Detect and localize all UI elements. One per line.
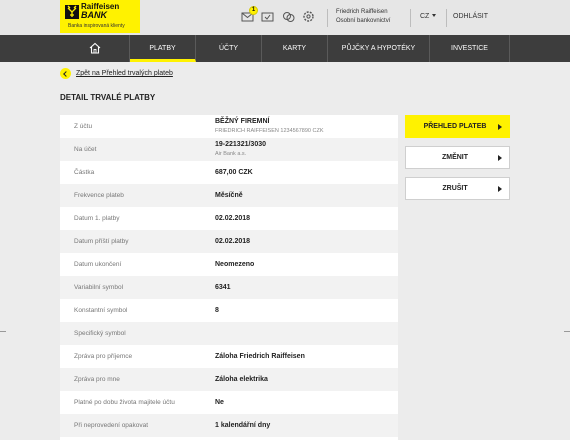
home-icon: [89, 42, 101, 54]
payments-overview-button[interactable]: PŘEHLED PLATEB: [405, 115, 510, 138]
detail-label: Z účtu: [74, 123, 93, 130]
main-nav: PLATBY ÚČTY KARTY PŮJČKY A HYPOTÉKY INVE…: [0, 35, 570, 62]
payment-detail-table: Z účtu BĚŽNÝ FIREMNÍ FRIEDRICH RAIFFEISE…: [60, 115, 398, 440]
detail-label: Konstantní symbol: [74, 307, 128, 314]
detail-label: Datum ukončení: [74, 261, 122, 268]
detail-row: Částka 687,00 CZK: [60, 161, 398, 184]
detail-row: Zpráva pro příjemce Záloha Friedrich Rai…: [60, 345, 398, 368]
detail-label: Datum 1. platby: [74, 215, 120, 222]
detail-row: Variabilní symbol 6341: [60, 276, 398, 299]
detail-label: Datum příští platby: [74, 238, 129, 245]
header-divider: [410, 9, 411, 27]
nav-tab-karty[interactable]: KARTY: [262, 35, 328, 62]
raiffeisen-gable-icon: [65, 5, 79, 19]
detail-row: Datum příští platby 02.02.2018: [60, 230, 398, 253]
detail-value: Měsíčně: [215, 192, 243, 199]
detail-label: Zpráva pro mne: [74, 376, 120, 383]
detail-label: Variabilní symbol: [74, 284, 124, 291]
chevron-right-icon: [498, 155, 502, 161]
detail-row: Konstantní symbol 8: [60, 299, 398, 322]
brand-tagline: Banka inspirovaná klienty: [68, 23, 125, 29]
detail-value: Ne: [215, 399, 224, 406]
detail-value: 19-221321/3030: [215, 141, 266, 148]
detail-row: Datum 1. platby 02.02.2018: [60, 207, 398, 230]
scroll-edge-marker: [0, 331, 6, 332]
detail-label: Zpráva pro příjemce: [74, 353, 133, 360]
button-label: ZRUŠIT: [442, 185, 468, 192]
notification-badge: 1: [249, 6, 258, 15]
detail-row: Frekvence plateb Měsíčně: [60, 184, 398, 207]
settings-icon[interactable]: [302, 10, 315, 23]
detail-value: 6341: [215, 284, 231, 291]
change-button[interactable]: ZMĚNIT: [405, 146, 510, 169]
back-link-label: Zpět na Přehled trvalých plateb: [76, 70, 173, 77]
detail-label: Frekvence plateb: [74, 192, 124, 199]
currency-icon[interactable]: [282, 10, 295, 23]
user-name: Friedrich Raiffeisen: [336, 9, 388, 15]
nav-tab-pujcky[interactable]: PŮJČKY A HYPOTÉKY: [328, 35, 430, 62]
detail-subvalue: Air Bank a.s.: [215, 151, 247, 157]
detail-value: Záloha Friedrich Raiffeisen: [215, 353, 305, 360]
chevron-right-icon: [498, 124, 502, 130]
detail-value: Záloha elektrika: [215, 376, 268, 383]
detail-label: Platné po dobu života majitele účtu: [74, 399, 175, 406]
detail-row: Platné po dobu života majitele účtu Ne: [60, 391, 398, 414]
detail-value: 02.02.2018: [215, 238, 251, 245]
detail-value: Neomezeno: [215, 261, 255, 268]
messages-icon[interactable]: [261, 10, 274, 23]
detail-value: BĚŽNÝ FIREMNÍ: [215, 118, 270, 125]
detail-row: Z účtu BĚŽNÝ FIREMNÍ FRIEDRICH RAIFFEISE…: [60, 115, 398, 138]
language-value: CZ: [420, 13, 430, 20]
detail-row: Datum ukončení Neomezeno: [60, 253, 398, 276]
detail-value: 02.02.2018: [215, 215, 251, 222]
chevron-right-icon: [498, 186, 502, 192]
user-role: Osobní bankovnictví: [336, 18, 391, 24]
user-info[interactable]: Friedrich Raiffeisen Osobní bankovnictví: [336, 8, 390, 26]
page-title: DETAIL TRVALÉ PLATBY: [60, 93, 156, 102]
detail-label: Částka: [74, 169, 95, 176]
detail-label: Na účet: [74, 146, 97, 153]
detail-row: Při neprovedení opakovat 1 kalendářní dn…: [60, 414, 398, 437]
language-select[interactable]: CZ: [420, 13, 437, 20]
nav-tab-investice[interactable]: INVESTICE: [430, 35, 510, 62]
button-label: PŘEHLED PLATEB: [423, 123, 487, 130]
header-divider: [327, 9, 328, 27]
detail-value: 687,00 CZK: [215, 169, 253, 176]
header-divider: [446, 9, 447, 27]
scroll-edge-marker: [564, 331, 570, 332]
nav-tab-platby[interactable]: PLATBY: [130, 35, 196, 62]
brand-bank: BANK: [81, 10, 107, 20]
detail-label: Specifický symbol: [74, 330, 126, 337]
back-arrow-icon: [60, 68, 71, 79]
detail-value: 1 kalendářní dny: [215, 422, 271, 429]
detail-row: Na účet 19-221321/3030 Air Bank a.s.: [60, 138, 398, 161]
top-bar: Raiffeisen BANK Banka inspirovaná klient…: [0, 0, 570, 35]
logout-button[interactable]: ODHLÁSIT: [453, 13, 488, 20]
detail-row: Specifický symbol: [60, 322, 398, 345]
back-link[interactable]: Zpět na Přehled trvalých plateb: [60, 68, 173, 80]
detail-subvalue: FRIEDRICH RAIFFEISEN 1234567890 CZK: [215, 128, 324, 134]
detail-row: Zpráva pro mne Záloha elektrika: [60, 368, 398, 391]
button-label: ZMĚNIT: [441, 154, 469, 161]
nav-tab-ucty[interactable]: ÚČTY: [196, 35, 262, 62]
raiffeisen-logo[interactable]: Raiffeisen BANK Banka inspirovaná klient…: [60, 0, 140, 33]
nav-home[interactable]: [60, 35, 130, 62]
chevron-down-icon: [432, 14, 437, 17]
detail-value: 8: [215, 307, 219, 314]
detail-label: Při neprovedení opakovat: [74, 422, 149, 429]
cancel-button[interactable]: ZRUŠIT: [405, 177, 510, 200]
